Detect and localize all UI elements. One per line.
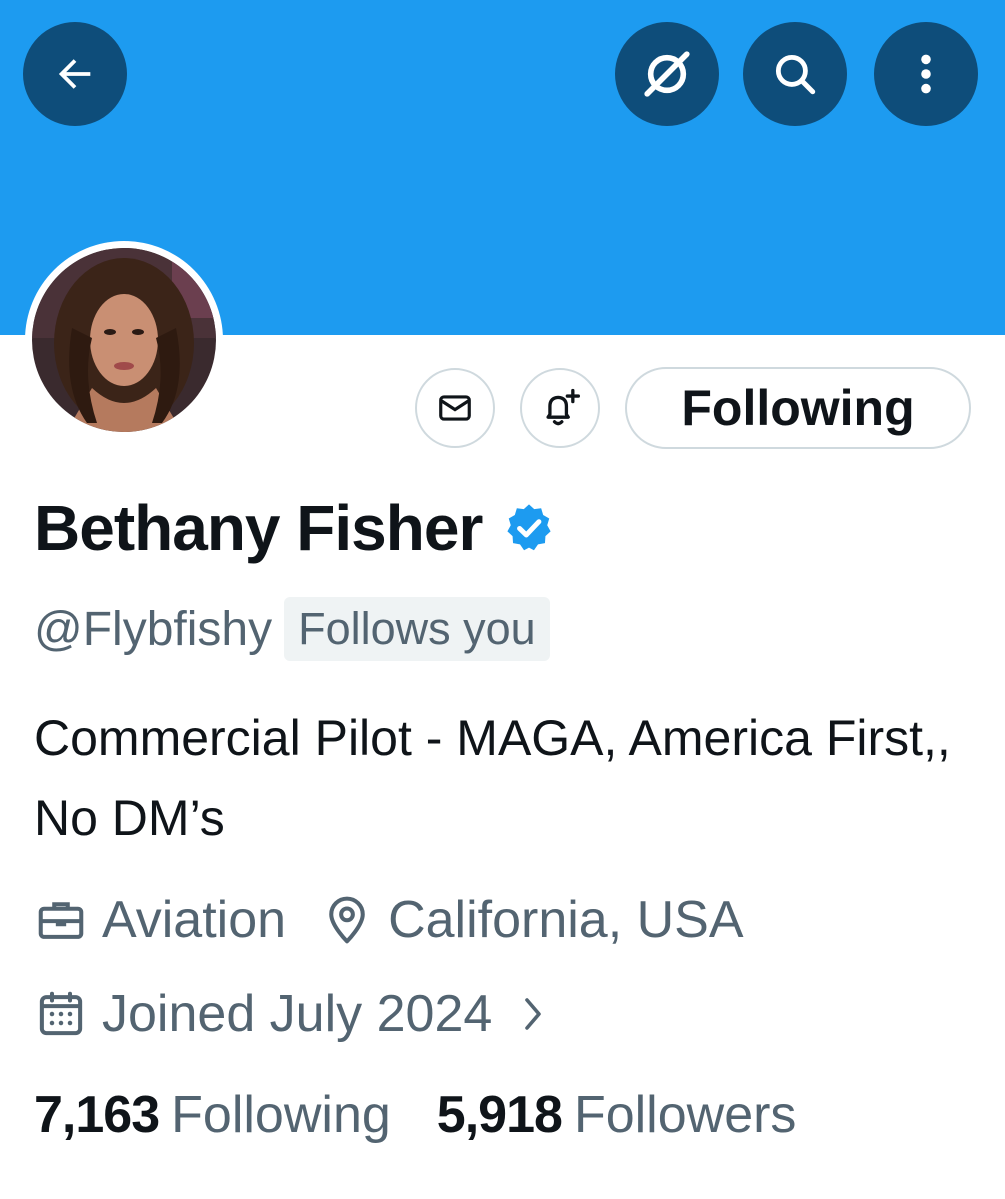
grok-button[interactable] [615,22,719,126]
location-pin-icon [329,896,365,944]
followers-count: 5,918 [436,1086,563,1144]
avatar[interactable] [25,241,223,439]
grok-icon [644,51,690,97]
profile-category: Aviation [34,890,286,950]
profile-bio: Commercial Pilot - MAGA, America First,,… [34,710,951,846]
profile-meta-row: Aviation California, USA [34,885,744,955]
following-count: 7,163 [34,1086,160,1144]
profile-name: Bethany Fisher [34,492,483,564]
search-icon [775,54,816,95]
following-button[interactable]: Following [625,367,971,449]
more-options-button[interactable] [874,22,978,126]
verified-badge-icon[interactable] [502,501,556,555]
followers-stat-link[interactable]: 5,918 Followers [437,1085,797,1145]
joined-date-link[interactable]: Joined July 2024 [34,979,552,1049]
briefcase-icon [38,902,84,939]
profile-joined: Joined July 2024 [34,984,552,1044]
location-label: California, USA [388,891,744,949]
profile-handle: @Flybfishy [34,602,273,656]
joined-label: Joined July 2024 [102,985,493,1043]
profile-page: Following Bethany Fisher @Flybfishy Foll… [0,0,1005,1199]
arrow-left-icon [58,59,91,89]
envelope-icon [439,395,471,421]
back-button[interactable] [23,22,127,126]
following-label: Following [171,1086,391,1144]
profile-stats: 7,163 Following 5,918 Followers [34,1085,796,1155]
category-label: Aviation [102,891,287,949]
chevron-right-icon [525,998,542,1030]
search-button[interactable] [743,22,847,126]
handle-row: @Flybfishy Follows you [34,594,550,664]
follows-you-badge: Follows you [284,597,550,661]
notifications-button[interactable] [520,368,600,448]
more-vertical-icon [921,54,931,94]
message-button[interactable] [415,368,495,448]
calendar-icon [39,991,83,1036]
avatar-photo [32,248,216,432]
bell-plus-icon [546,388,580,426]
following-stat-link[interactable]: 7,163 Following [34,1085,391,1145]
profile-name-row: Bethany Fisher [34,488,556,568]
profile-location: California, USA [320,890,744,950]
followers-label: Followers [573,1086,797,1144]
